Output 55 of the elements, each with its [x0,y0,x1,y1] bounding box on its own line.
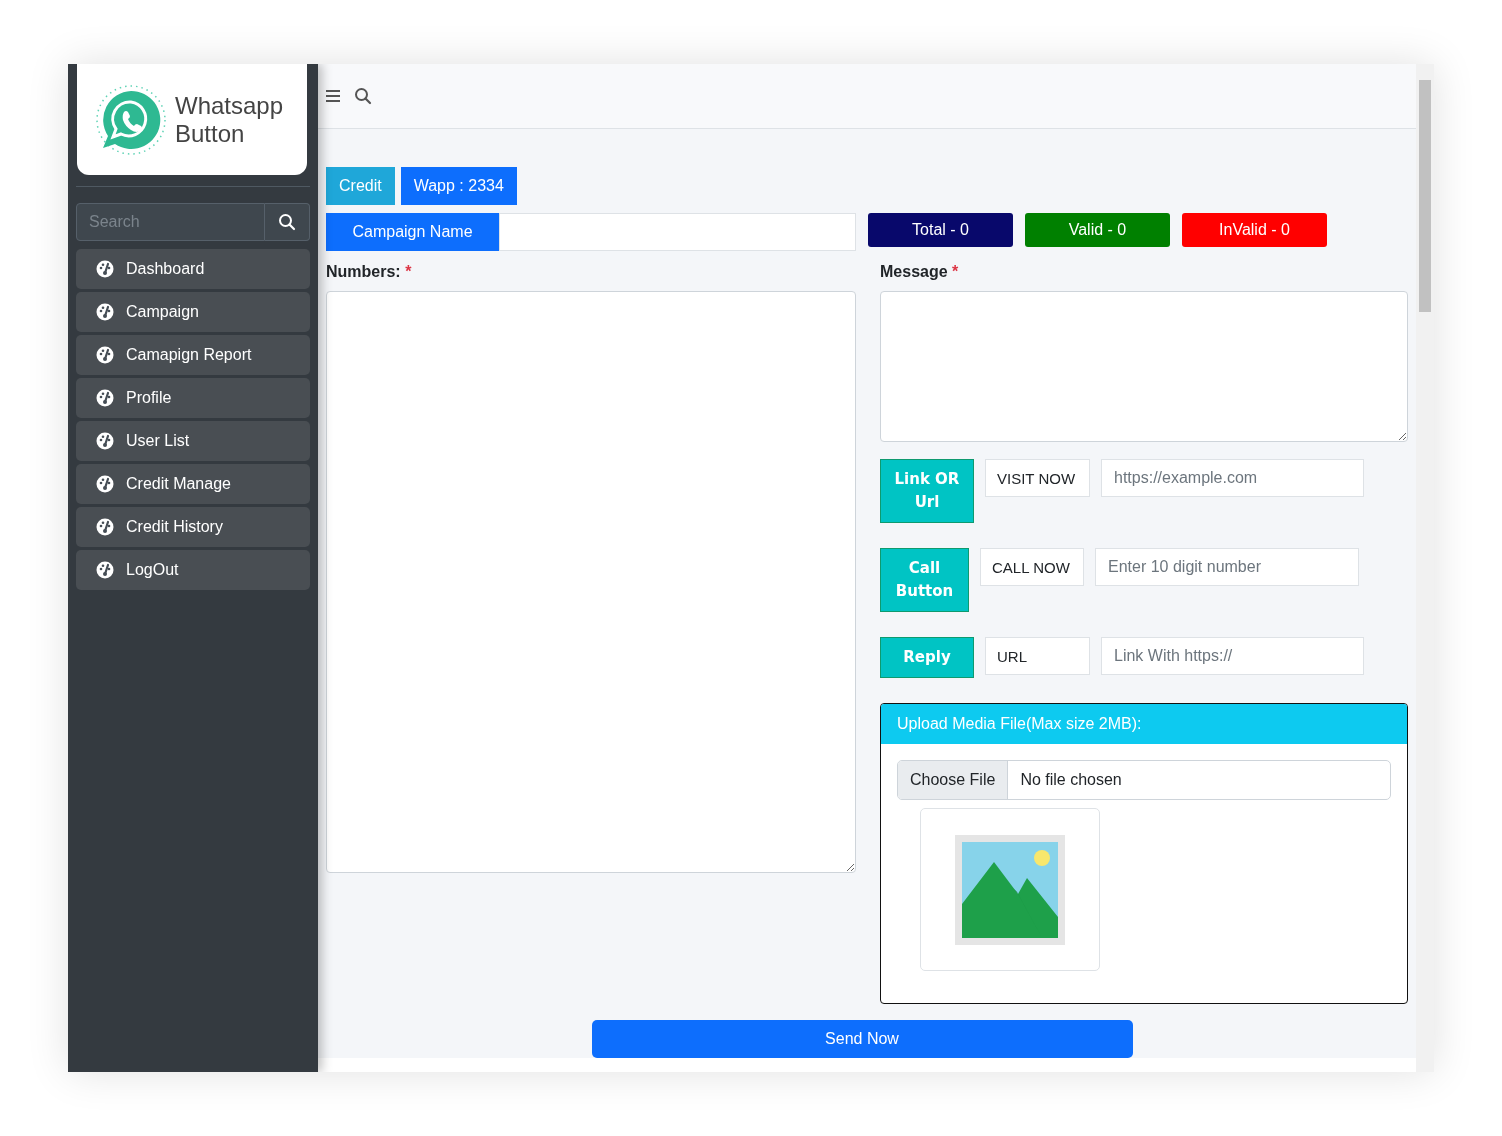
sidebar-item[interactable]: Camapign Report [76,335,310,375]
file-input[interactable]: Choose File No file chosen [897,760,1391,800]
gauge-icon [96,346,114,364]
scrollbar-thumb[interactable] [1419,80,1431,312]
image-placeholder-icon [955,834,1065,945]
gauge-icon [96,432,114,450]
button-text-input[interactable]: CALL NOW [980,548,1084,586]
sidebar-item-label: Camapign Report [126,346,252,364]
gauge-icon [96,389,114,407]
search-icon[interactable] [354,87,372,105]
brand-title: Whatsapp Button [175,91,285,148]
message-label: Message * [880,263,960,281]
gauge-icon [96,561,114,579]
gauge-icon [96,303,114,321]
gauge-icon [96,260,114,278]
link-input[interactable]: https://example.com [1101,459,1364,497]
credit-badge: Credit [326,167,395,205]
sidebar-item-label: Profile [126,389,172,407]
count-badge: Total - 0 [868,213,1013,247]
numbers-textarea[interactable] [326,291,856,873]
gauge-icon [96,475,114,493]
sidebar-item[interactable]: Profile [76,378,310,418]
search-field[interactable]: Search [76,203,265,241]
sidebar-item[interactable]: LogOut [76,550,310,590]
file-status-text: No file chosen [1019,770,1122,790]
link-input[interactable]: Link With https:// [1101,637,1364,675]
sidebar-item[interactable]: Credit Manage [76,464,310,504]
message-textarea[interactable] [880,291,1408,442]
send-now-button[interactable]: Send Now [591,1020,1133,1058]
sidebar-item-label: Credit Manage [126,475,231,493]
numbers-label: Numbers: * [326,263,413,281]
credit-badge: Wapp : 2334 [400,167,517,205]
menu-icon[interactable] [326,90,340,102]
campaign-name-input[interactable] [499,213,856,251]
sidebar-item-label: User List [126,432,190,450]
gauge-icon [96,518,114,536]
button-text-input[interactable]: VISIT NOW [985,459,1090,497]
sidebar-item[interactable]: Credit History [76,507,310,547]
count-badge: InValid - 0 [1182,213,1327,247]
search-icon [278,213,296,231]
search-button[interactable] [265,203,310,241]
button-text-input[interactable]: URL [985,637,1090,675]
count-badge: Valid - 0 [1025,213,1170,247]
sidebar-item[interactable]: User List [76,421,310,461]
whatsapp-logo-icon [95,83,167,156]
upload-card-header: Upload Media File(Max size 2MB): [881,704,1407,744]
sidebar-item-label: Dashboard [126,260,205,278]
campaign-name-label: Campaign Name [326,213,499,251]
sidebar-item-label: Credit History [126,518,223,536]
sidebar-item-label: Campaign [126,303,199,321]
choose-file-button[interactable]: Choose File [898,761,1009,799]
sidebar-item-label: LogOut [126,561,179,579]
sidebar-item[interactable]: Dashboard [76,249,310,289]
sidebar-item[interactable]: Campaign [76,292,310,332]
link-input[interactable]: Enter 10 digit number [1095,548,1359,586]
